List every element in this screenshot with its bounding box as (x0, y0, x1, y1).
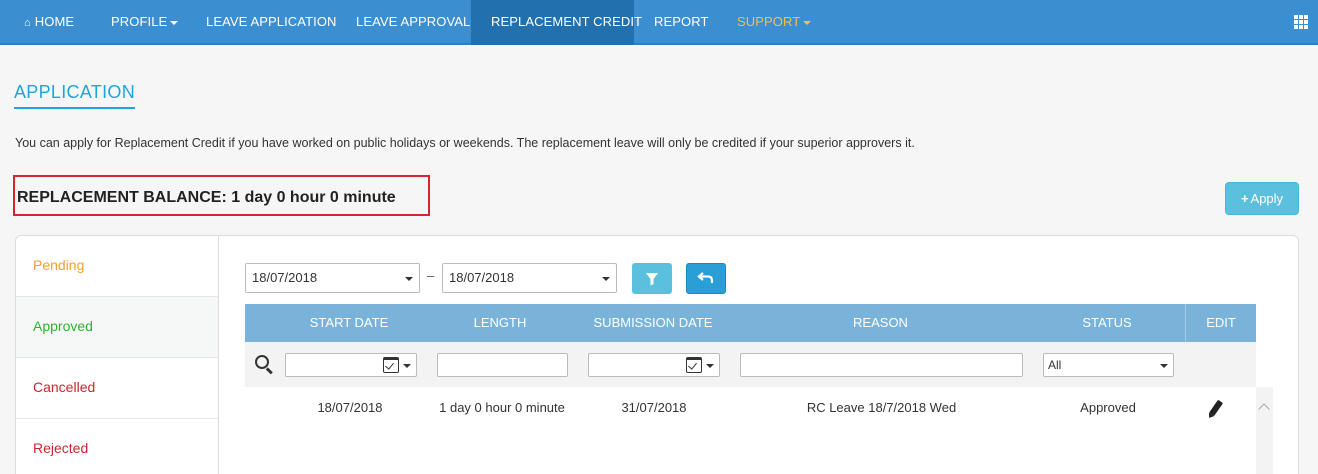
calendar-icon (686, 357, 702, 373)
start-date-filter[interactable] (285, 353, 417, 377)
date-to-value: 18/07/2018 (449, 270, 515, 285)
status-filter[interactable]: All (1043, 353, 1174, 377)
table-row: 18/07/2018 1 day 0 hour 0 minute 31/07/2… (245, 387, 1256, 429)
sidebar-item-cancelled[interactable]: Cancelled (16, 358, 218, 419)
nav-home[interactable]: ⌂ HOME (24, 0, 74, 45)
cell-status: Approved (1080, 400, 1136, 415)
replacement-balance: REPLACEMENT BALANCE: 1 day 0 hour 0 minu… (17, 189, 396, 206)
nav-leave-approval-label: LEAVE APPROVAL (356, 14, 471, 29)
chevron-down-icon (170, 20, 179, 25)
filter-button[interactable] (632, 263, 672, 294)
top-navbar: ⌂ HOME PROFILE LEAVE APPLICATION LEAVE AP… (0, 0, 1318, 45)
nav-replacement-credit[interactable]: REPLACEMENT CREDIT (471, 0, 642, 45)
chevron-down-icon (405, 277, 413, 281)
replacement-balance-box: REPLACEMENT BALANCE: 1 day 0 hour 0 minu… (13, 175, 430, 216)
nav-home-label: HOME (34, 14, 75, 29)
chevron-down-icon (403, 364, 411, 368)
chevron-down-icon (803, 20, 812, 25)
table-header: START DATE LENGTH SUBMISSION DATE REASON… (245, 304, 1256, 342)
submission-date-filter[interactable] (588, 353, 720, 377)
funnel-icon (646, 273, 658, 286)
calendar-icon (383, 357, 399, 373)
apply-button[interactable]: + Apply (1225, 182, 1299, 215)
column-edit: EDIT (1185, 304, 1256, 342)
nav-support[interactable]: SUPPORT (737, 0, 812, 45)
column-submission-date[interactable]: SUBMISSION DATE (587, 304, 719, 342)
nav-support-label: SUPPORT (737, 14, 801, 29)
column-status[interactable]: STATUS (1042, 304, 1172, 342)
undo-icon (697, 272, 714, 283)
column-reason[interactable]: REASON (739, 304, 1022, 342)
table-scrollbar[interactable] (1256, 387, 1273, 474)
reset-button[interactable] (686, 263, 726, 294)
cell-reason: RC Leave 18/7/2018 Wed (806, 400, 957, 415)
apply-button-label: Apply (1250, 191, 1284, 206)
cell-start-date: 18/07/2018 (317, 400, 383, 415)
nav-leave-application-label: LEAVE APPLICATION (206, 14, 337, 29)
chevron-up-icon[interactable] (1258, 403, 1270, 415)
column-length[interactable]: LENGTH (435, 304, 565, 342)
plus-icon: + (1240, 191, 1249, 206)
sidebar-item-approved[interactable]: Approved (16, 297, 218, 358)
nav-leave-approval[interactable]: LEAVE APPROVAL (356, 0, 470, 45)
cell-submission-date: 31/07/2018 (621, 400, 687, 415)
chevron-down-icon (706, 364, 714, 368)
cell-length: 1 day 0 hour 0 minute (439, 400, 565, 415)
date-to-select[interactable]: 18/07/2018 (442, 263, 617, 293)
apps-grid-icon[interactable] (1294, 15, 1310, 29)
nav-profile[interactable]: PROFILE (111, 0, 179, 45)
chevron-down-icon (602, 277, 610, 281)
date-from-select[interactable]: 18/07/2018 (245, 263, 420, 293)
sidebar-item-rejected[interactable]: Rejected (16, 419, 218, 474)
nav-profile-label: PROFILE (111, 14, 168, 29)
search-icon (255, 355, 269, 369)
length-filter[interactable] (437, 353, 568, 377)
page-title: APPLICATION (14, 82, 135, 109)
reason-filter[interactable] (740, 353, 1023, 377)
nav-report-label: REPORT (654, 14, 709, 29)
date-range-separator: – (427, 268, 435, 283)
nav-replacement-credit-label: REPLACEMENT CREDIT (491, 14, 643, 29)
intro-text: You can apply for Replacement Credit if … (15, 136, 915, 150)
status-sidebar: Pending Approved Cancelled Rejected (16, 236, 219, 474)
home-icon: ⌂ (24, 17, 31, 29)
nav-report[interactable]: REPORT (654, 0, 709, 45)
replacement-panel: Pending Approved Cancelled Rejected 18/0… (15, 235, 1299, 474)
sidebar-item-pending[interactable]: Pending (16, 236, 218, 297)
status-filter-value: All (1048, 358, 1062, 372)
chevron-down-icon (1160, 364, 1168, 368)
pencil-icon[interactable] (1208, 399, 1224, 417)
column-start-date[interactable]: START DATE (285, 304, 413, 342)
table-filter-row: All (245, 342, 1256, 387)
nav-leave-application[interactable]: LEAVE APPLICATION (206, 0, 337, 45)
date-from-value: 18/07/2018 (252, 270, 318, 285)
